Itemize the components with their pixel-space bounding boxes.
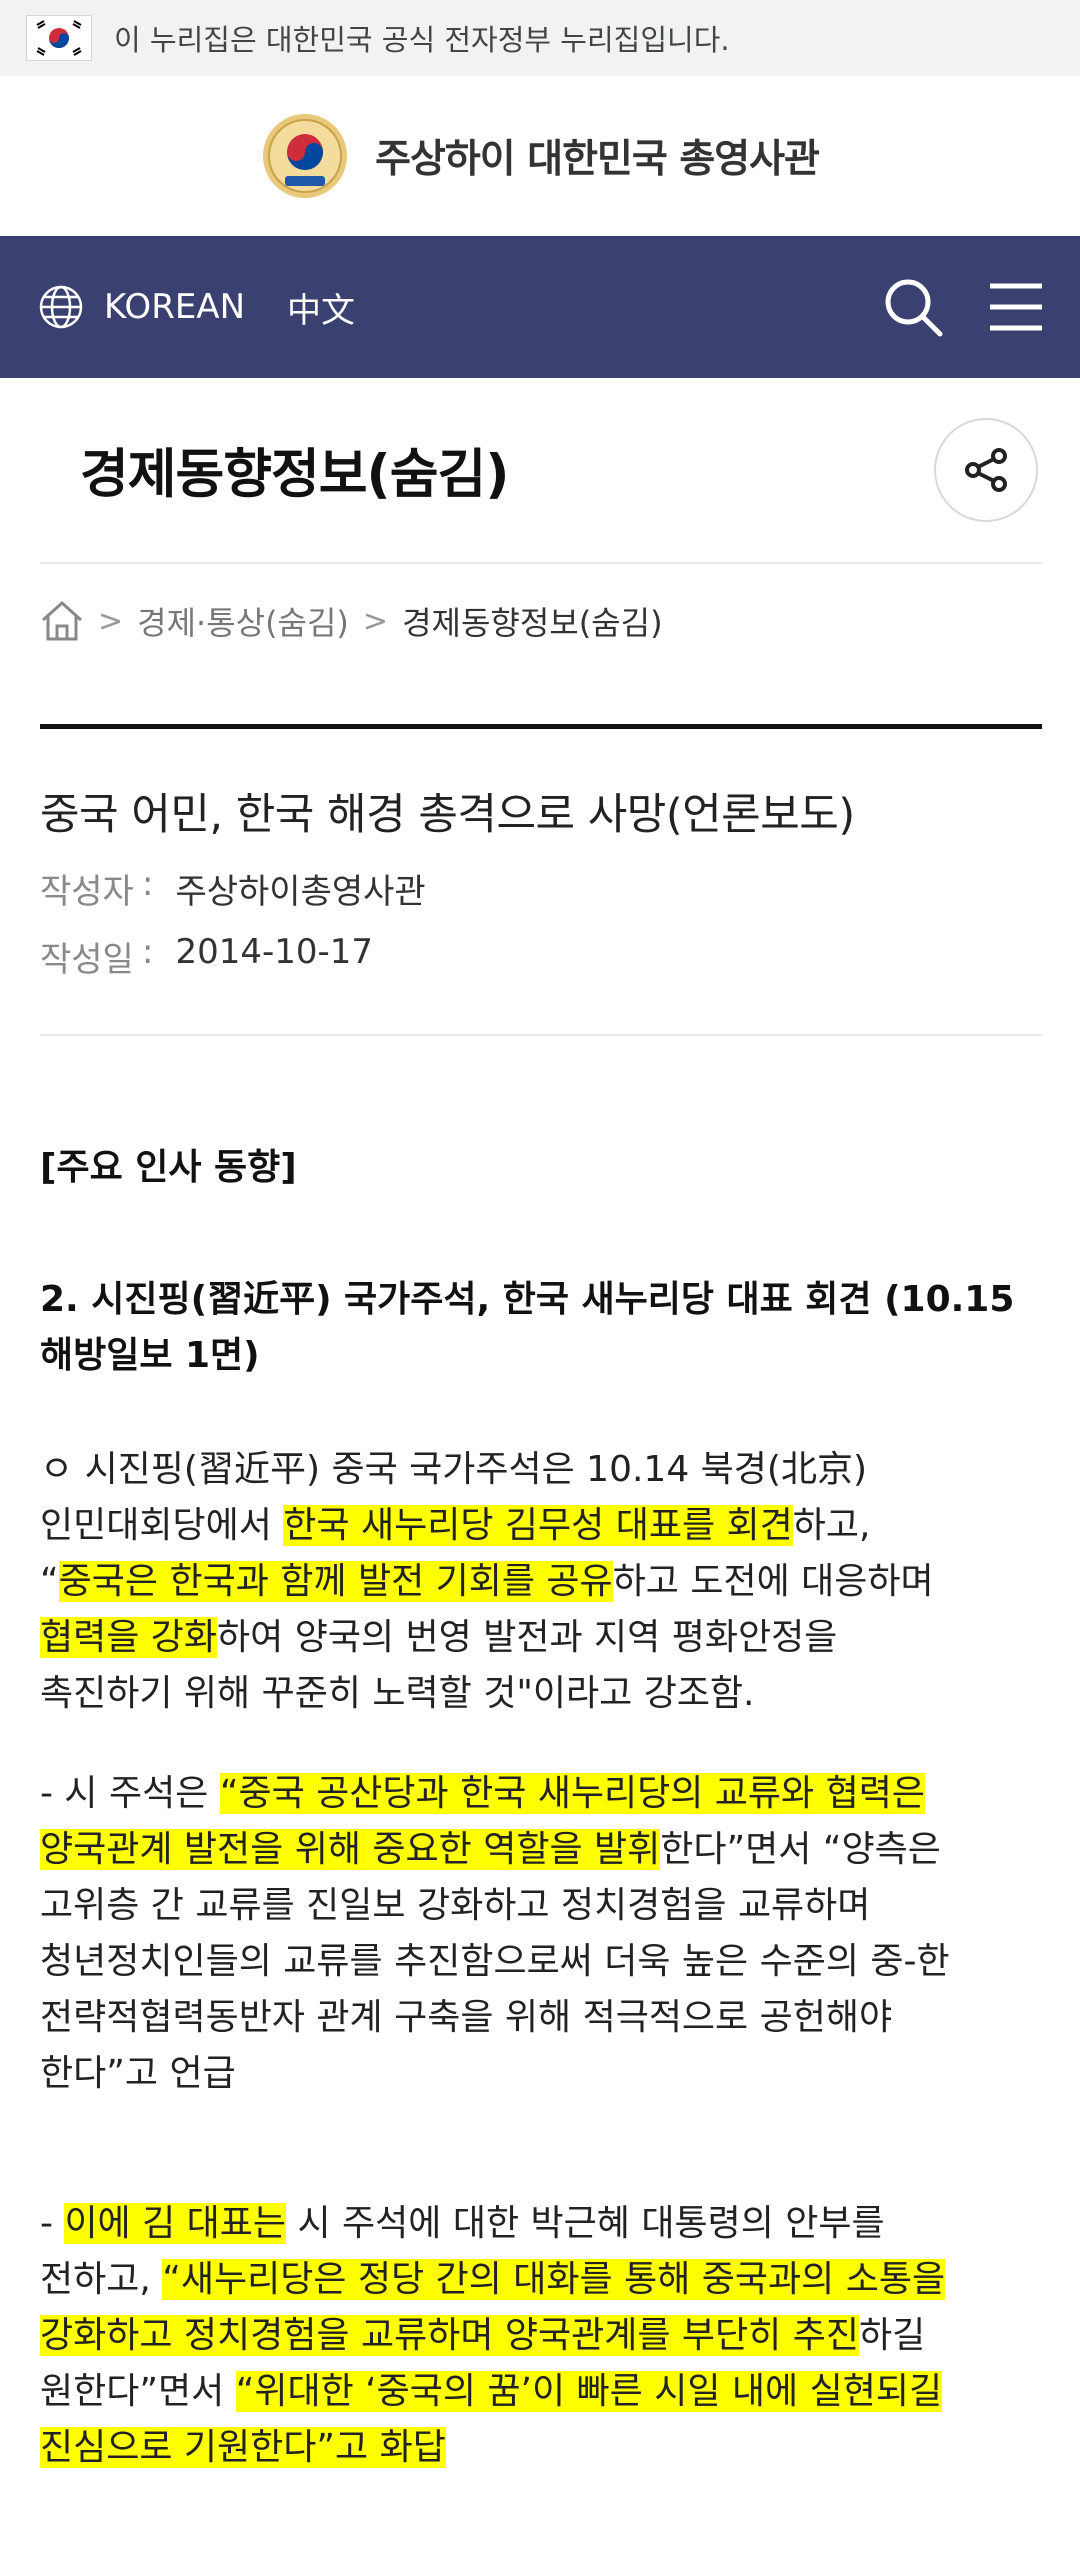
search-icon[interactable] xyxy=(882,276,944,338)
author-label: 작성자 xyxy=(40,872,134,912)
text-span: 한다”면서 “양측은 xyxy=(660,1829,941,1870)
menu-icon[interactable] xyxy=(988,280,1044,334)
gov-banner: 이 누리집은 대한민국 공식 전자정부 누리집입니다. xyxy=(0,0,1080,76)
author-value: 주상하이총영사관 xyxy=(175,872,426,912)
highlighted-text: 강화하고 정치경험을 교류하며 양국관계를 부단히 추진 xyxy=(40,2315,859,2356)
lang-korean-link[interactable]: KOREAN xyxy=(104,287,245,327)
text-span: 하고 도전에 대응하며 xyxy=(612,1561,934,1602)
text-span: - 시 주석은 xyxy=(40,1773,220,1814)
author-colon: : xyxy=(142,864,154,904)
article-heading-line: 2. 시진핑(習近平) 국가주석, 한국 새누리당 대표 회견 (10.15 xyxy=(40,1279,1015,1320)
text-span: 전하고, xyxy=(40,2259,163,2300)
text-span: “ xyxy=(40,1561,59,1602)
text-line: 강화하고 정치경험을 교류하며 양국관계를 부단히 추진하길 xyxy=(40,2308,1050,2364)
globe-icon xyxy=(39,285,83,329)
post-title: 중국 어민, 한국 해경 총격으로 사망(언론보도) xyxy=(40,790,855,840)
page-title: 경제동향정보(숨김) xyxy=(80,444,510,505)
text-line: 전략적협력동반자 관계 구축을 위해 적극적으로 공헌해야 xyxy=(40,1997,893,2038)
highlighted-text: 이에 김 대표는 xyxy=(64,2203,287,2244)
text-line: 원한다”면서 “위대한 ‘중국의 꿈’이 빠른 시일 내에 실현되길 xyxy=(40,2364,1050,2420)
text-line: 진심으로 기원한다”고 화답 xyxy=(40,2420,1050,2476)
text-line: 촉진하기 위해 꾸준히 노력할 것"이라고 강조함. xyxy=(40,1673,755,1714)
title-divider xyxy=(40,562,1042,564)
chevron-right-icon: > xyxy=(362,603,389,639)
highlighted-text: “중국 공산당과 한국 새누리당의 교류와 협력은 xyxy=(219,1773,925,1814)
highlighted-text: 중국은 한국과 함께 발전 기회를 공유 xyxy=(58,1561,613,1602)
text-span: 하고, xyxy=(792,1505,871,1546)
lang-chinese-link[interactable]: 中文 xyxy=(287,283,355,332)
highlighted-text: 양국관계 발전을 위해 중요한 역할을 발휘 xyxy=(40,1829,661,1870)
article-heading: 2. 시진핑(習近平) 국가주석, 한국 새누리당 대표 회견 (10.15 해… xyxy=(40,1272,1050,1384)
top-nav: KOREAN 中文 xyxy=(0,236,1080,378)
text-line: 한다”고 언급 xyxy=(40,2053,236,2094)
text-line: 전하고, “새누리당은 정당 간의 대화를 통해 중국과의 소통을 xyxy=(40,2252,1050,2308)
highlighted-text: 한국 새누리당 김무성 대표를 회견 xyxy=(283,1505,793,1546)
paragraph-3: - 이에 김 대표는 시 주석에 대한 박근혜 대통령의 안부를 전하고, “새… xyxy=(40,2196,1050,2476)
text-line: - 이에 김 대표는 시 주석에 대한 박근혜 대통령의 안부를 xyxy=(40,2196,1050,2252)
paragraph-2: - 시 주석은 “중국 공산당과 한국 새누리당의 교류와 협력은 양국관계 발… xyxy=(40,1766,1050,2102)
meta-divider xyxy=(40,1034,1042,1036)
text-span: 하여 양국의 번영 발전과 지역 평화안정을 xyxy=(217,1617,838,1658)
date-colon: : xyxy=(142,932,154,972)
share-button[interactable] xyxy=(934,418,1038,522)
highlighted-text: “위대한 ‘중국의 꿈’이 빠른 시일 내에 실현되길 xyxy=(235,2371,943,2412)
site-title[interactable]: 주상하이 대한민국 총영사관 xyxy=(375,128,820,184)
text-line: - 시 주석은 “중국 공산당과 한국 새누리당의 교류와 협력은 xyxy=(40,1766,1050,1822)
emblem-icon[interactable] xyxy=(261,112,349,200)
paragraph-1: ㅇ 시진핑(習近平) 중국 국가주석은 10.14 북경(北京) 인민대회당에서… xyxy=(40,1442,1050,1722)
breadcrumb: > 경제·통상(숨김) > 경제동향정보(숨김) xyxy=(40,592,663,650)
share-icon xyxy=(965,448,1007,492)
date-label: 작성일 xyxy=(40,940,134,980)
text-span: - xyxy=(40,2203,65,2244)
text-line: ㅇ 시진핑(習近平) 중국 국가주석은 10.14 북경(北京) xyxy=(40,1449,868,1490)
highlighted-text: 진심으로 기원한다”고 화답 xyxy=(40,2427,446,2468)
highlighted-text: “새누리당은 정당 간의 대화를 통해 중국과의 소통을 xyxy=(162,2259,946,2300)
text-line: 인민대회당에서 한국 새누리당 김무성 대표를 회견하고, xyxy=(40,1498,1050,1554)
article-heading-line: 해방일보 1면) xyxy=(40,1335,260,1376)
text-span: 하길 xyxy=(858,2315,926,2356)
text-line: 양국관계 발전을 위해 중요한 역할을 발휘한다”면서 “양측은 xyxy=(40,1822,1050,1878)
content-top-border xyxy=(40,724,1042,729)
text-span: 시 주석에 대한 박근혜 대통령의 안부를 xyxy=(286,2203,885,2244)
breadcrumb-current[interactable]: 경제동향정보(숨김) xyxy=(402,598,663,644)
post-author-row: 작성자 : 주상하이총영사관 xyxy=(40,864,426,913)
chevron-right-icon: > xyxy=(98,603,124,639)
text-line: “중국은 한국과 함께 발전 기회를 공유하고 도전에 대응하며 xyxy=(40,1554,1050,1610)
breadcrumb-item[interactable]: 경제·통상(숨김) xyxy=(137,598,349,644)
date-value: 2014-10-17 xyxy=(175,932,374,972)
section-heading: [주요 인사 동향] xyxy=(40,1147,297,1188)
text-line: 고위층 간 교류를 진일보 강화하고 정치경험을 교류하며 xyxy=(40,1885,871,1926)
gov-banner-text[interactable]: 이 누리집은 대한민국 공식 전자정부 누리집입니다. xyxy=(114,17,730,59)
site-header: 주상하이 대한민국 총영사관 xyxy=(0,76,1080,236)
text-line: 협력을 강화하여 양국의 번영 발전과 지역 평화안정을 xyxy=(40,1610,1050,1666)
highlighted-text: 협력을 강화 xyxy=(40,1617,218,1658)
home-icon[interactable] xyxy=(40,600,84,642)
text-span: 원한다”면서 xyxy=(40,2371,236,2412)
text-span: 인민대회당에서 xyxy=(40,1505,284,1546)
text-line: 청년정치인들의 교류를 추진함으로써 더욱 높은 수준의 중-한 xyxy=(40,1941,950,1982)
korea-flag-icon xyxy=(26,15,92,61)
post-date-row: 작성일 : 2014-10-17 xyxy=(40,932,373,981)
